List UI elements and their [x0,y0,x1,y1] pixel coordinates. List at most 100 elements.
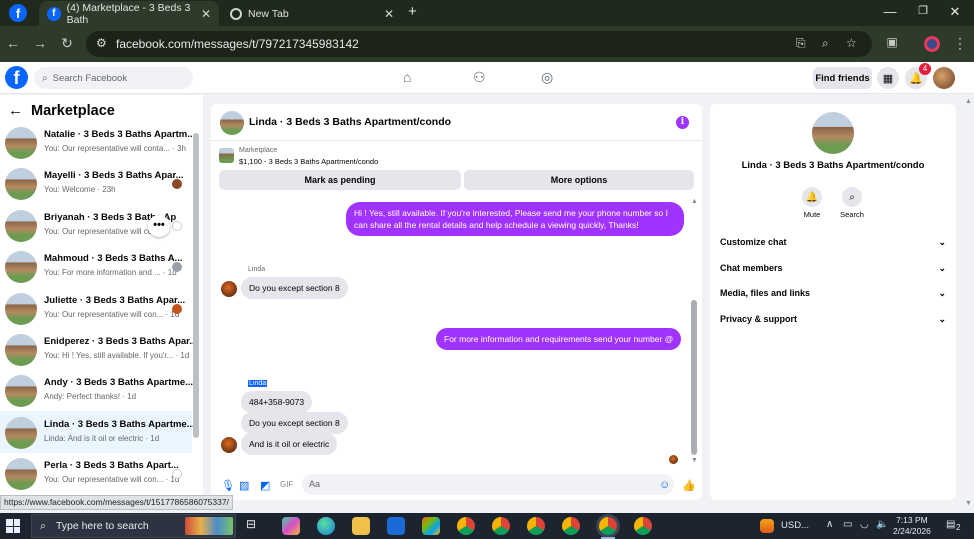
more-options-button[interactable]: More options [464,170,694,190]
scroll-down-icon[interactable]: ▼ [691,457,698,464]
message-input[interactable]: Aa [302,474,674,495]
menu-icon[interactable]: ⋮ [950,35,970,52]
chevron-up-icon[interactable]: ∧ [826,519,833,530]
customize-chat-item[interactable]: Customize chat ⌄ [720,237,946,255]
conversation-item[interactable]: Natalie · 3 Beds 3 Baths Apartm... You: O… [0,121,195,163]
reload-icon[interactable]: ↻ [57,35,77,52]
chat-scrollbar[interactable] [691,300,697,455]
tab-new-tab[interactable]: New Tab ✕ [222,1,402,26]
outlook-icon[interactable] [387,517,405,535]
chrome-icon[interactable] [634,517,652,535]
page-scroll-up-icon[interactable]: ▲ [965,98,972,105]
groups-icon[interactable]: ◎ [541,69,553,86]
outgoing-message[interactable]: Hi ! Yes, still available. If you're int… [346,202,684,236]
photo-icon[interactable]: ▨ [239,479,249,492]
notification-center-icon[interactable]: ▤ [946,519,955,530]
conversation-item[interactable]: Enidperez · 3 Beds 3 Baths Apar... You: H… [0,328,197,370]
conversation-item[interactable]: Linda · 3 Beds 3 Baths Apartme... Linda: … [0,410,195,453]
tab-marketplace[interactable]: f (4) Marketplace - 3 Beds 3 Bath ✕ [39,1,219,26]
tab-search-icon[interactable]: ▣ [882,35,902,49]
start-windows-icon[interactable] [6,519,20,533]
search-highlight-icon[interactable] [185,517,233,535]
conversation-more-button[interactable]: ••• [148,215,170,237]
battery-icon[interactable]: ▭ [843,519,852,530]
microphone-icon[interactable]: 🎙 [221,479,235,492]
minimize-icon[interactable]: — [880,4,900,19]
info-icon[interactable]: i [676,116,689,129]
listing-price[interactable]: $1,100 - 3 Beds 3 Baths Apartment/condo [239,157,378,166]
chat-title[interactable]: Linda · 3 Beds 3 Baths Apartment/condo [249,116,451,128]
sticker-icon[interactable]: ◩ [260,479,270,492]
conversation-item[interactable]: Andy · 3 Beds 3 Baths Apartme... Andy: Pe… [0,369,193,411]
site-settings-icon[interactable]: ⚙ [96,36,107,50]
close-tab-icon[interactable]: ✕ [384,7,394,21]
incoming-message[interactable]: And is it oil or electric [241,433,338,455]
address-bar[interactable]: ⚙ facebook.com/messages/t/79721734598314… [86,31,872,57]
contact-avatar[interactable] [221,281,237,297]
forward-icon[interactable]: → [30,35,50,51]
menu-grid-icon[interactable]: ▦ [877,67,899,89]
chrome-icon[interactable] [457,517,475,535]
close-tab-icon[interactable]: ✕ [201,7,211,21]
find-friends-button[interactable]: Find friends [813,67,872,89]
page-scroll-down-icon[interactable]: ▼ [965,500,972,507]
taskbar-search-input[interactable]: ⌕ Type here to search [31,514,236,538]
chrome-icon-active[interactable] [599,517,617,535]
close-window-icon[interactable]: ✕ [945,4,965,20]
read-status-indicator [172,262,182,273]
chrome-icon[interactable] [492,517,510,535]
facebook-search-input[interactable]: ⌕ Search Facebook [34,67,193,89]
contact-profile-avatar[interactable] [812,112,854,154]
store-icon[interactable] [422,517,440,535]
chrome-icon[interactable] [562,517,580,535]
edge-icon[interactable] [317,517,335,535]
facebook-logo-icon[interactable]: f [5,66,28,89]
conversation-scrollbar[interactable] [193,133,199,438]
mark-as-pending-button[interactable]: Mark as pending [219,170,461,190]
conversation-item[interactable]: Mahmoud · 3 Beds 3 Baths A... You: For mo… [0,245,192,287]
zoom-icon[interactable]: ⌕ [822,36,829,51]
conversation-snippet: You: Our representative will con... · 1d [44,475,180,485]
conversation-item[interactable]: Mayelli · 3 Beds 3 Baths Apar... You: Wel… [0,162,192,204]
scroll-up-icon[interactable]: ▲ [691,198,698,205]
facebook-app-icon[interactable]: f [9,4,27,22]
profile-icon[interactable] [924,36,940,52]
volume-icon[interactable]: 🔈 [876,519,888,530]
incoming-message[interactable]: 484+358-9073 [241,391,313,413]
friends-icon[interactable]: ⚇ [473,69,486,86]
incoming-message[interactable]: Do you except section 8 [241,412,348,434]
chat-avatar[interactable] [220,111,244,135]
network-icon[interactable]: ◡ [860,519,869,530]
gif-icon[interactable]: GIF [280,480,293,489]
currency-widget-text[interactable]: USD... [781,520,809,531]
search-icon[interactable]: ⌕ [842,187,862,207]
conversation-item[interactable]: Juliette · 3 Beds 3 Baths Apar... You: Ou… [0,287,192,329]
install-app-icon[interactable]: ⎘ [796,36,806,51]
bookmark-star-icon[interactable]: ☆ [846,36,857,50]
chat-members-item[interactable]: Chat members ⌄ [720,263,946,281]
contact-avatar[interactable] [221,437,237,453]
conversation-avatar [5,334,37,366]
copilot-icon[interactable] [282,517,300,535]
emoji-icon[interactable]: ☺ [659,479,670,491]
mute-bell-icon[interactable]: 🔔 [802,187,822,207]
privacy-support-item[interactable]: Privacy & support ⌄ [720,314,946,332]
listing-thumbnail[interactable] [219,148,234,163]
conversation-item[interactable]: Perla · 3 Beds 3 Baths Apart... You: Our … [0,452,192,494]
currency-widget-icon[interactable] [760,519,774,533]
restore-icon[interactable]: ❐ [913,4,933,17]
home-icon[interactable]: ⌂ [403,69,411,85]
clock[interactable]: 7:13 PM 2/24/2026 [893,515,931,537]
back-icon[interactable]: ← [3,35,23,51]
profile-avatar[interactable] [933,67,955,89]
chrome-icon[interactable] [527,517,545,535]
chevron-down-icon: ⌄ [938,263,946,273]
back-arrow-icon[interactable]: ← [8,102,23,119]
task-view-icon[interactable]: ⊟ [246,517,264,535]
thumbs-up-icon[interactable]: 👍 [682,479,696,492]
file-explorer-icon[interactable] [352,517,370,535]
media-files-links-item[interactable]: Media, files and links ⌄ [720,288,946,306]
incoming-message[interactable]: Do you except section 8 [241,277,348,299]
new-tab-button[interactable]: + [408,3,417,20]
outgoing-message[interactable]: For more information and requirements se… [436,328,682,350]
